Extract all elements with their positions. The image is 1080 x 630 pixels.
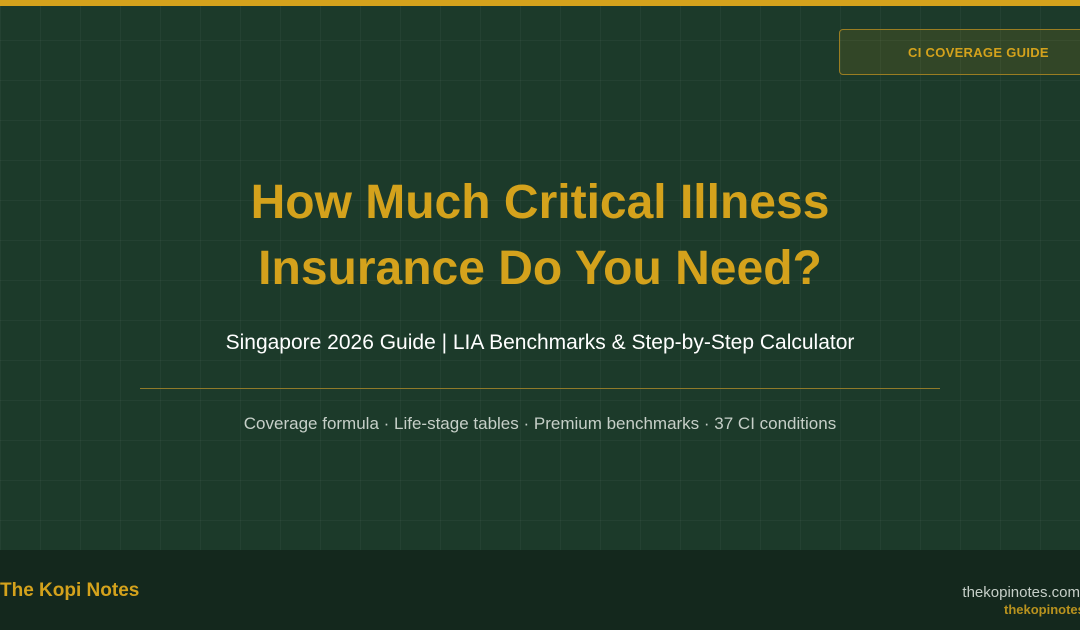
site-watermark: thekopinotes xyxy=(1004,602,1080,617)
brand-name: The Kopi Notes xyxy=(0,580,140,601)
top-accent-bar xyxy=(0,0,1080,6)
hero-banner: CI COVERAGE GUIDE How Much Critical Illn… xyxy=(0,0,1080,630)
footer: The Kopi Notes thekopinotes.com thekopin… xyxy=(0,550,1080,630)
site-url: thekopinotes.com xyxy=(962,584,1080,601)
feature-list: Coverage formula · Life-stage tables · P… xyxy=(243,414,837,433)
title-line-2: Insurance Do You Need? xyxy=(258,242,822,295)
page-title: How Much Critical Illness Insurance Do Y… xyxy=(0,170,1080,302)
title-line-1: How Much Critical Illness xyxy=(250,176,830,229)
category-badge: CI COVERAGE GUIDE xyxy=(839,29,1080,75)
page-subtitle: Singapore 2026 Guide | LIA Benchmarks & … xyxy=(225,331,855,354)
divider xyxy=(140,388,940,389)
